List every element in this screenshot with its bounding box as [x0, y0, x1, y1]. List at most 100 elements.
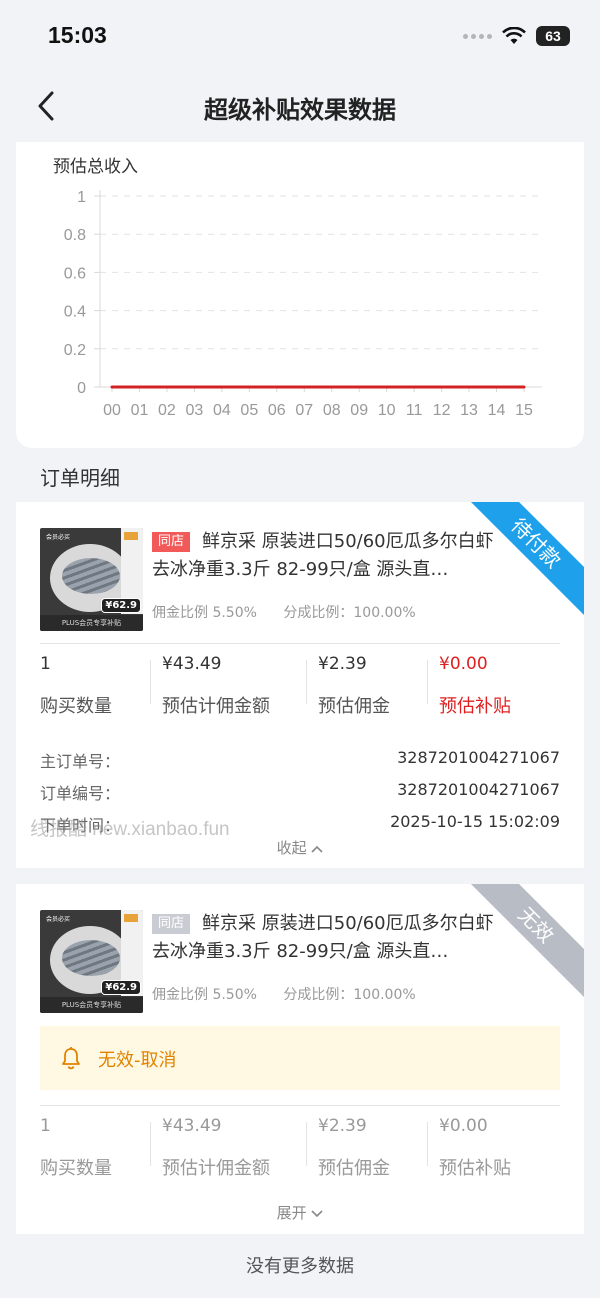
x-tick-label: 06 [268, 402, 286, 419]
stat-value: 1 [40, 1116, 51, 1136]
status-icons: 63 [463, 26, 570, 46]
product-title[interactable]: 同店 鲜京采 原装进口50/60厄瓜多尔白虾 去冰净重3.3斤 82-99只/盒 … [152, 528, 502, 584]
data-point [440, 385, 444, 389]
thumb-logo: 会员必买 [46, 534, 71, 541]
stat-commission-base: ¥43.49 预估计佣金额 [150, 1116, 318, 1180]
rates-row: 佣金比例 5.50% 分成比例：100.00% [152, 602, 438, 622]
y-tick-label: 0.8 [64, 227, 86, 244]
stat-value: ¥2.39 [318, 1116, 367, 1136]
info-value[interactable]: 3287201004271067 [397, 748, 560, 772]
order-number-row: 订单编号： 3287201004271067 [40, 780, 560, 804]
wifi-icon [502, 27, 526, 44]
x-tick-label: 13 [460, 402, 478, 419]
stat-subsidy: ¥0.00 预估补贴 [427, 1116, 559, 1180]
stat-value: 1 [40, 654, 51, 674]
stat-commission: ¥2.39 预估佣金 [306, 1116, 439, 1180]
stat-value: ¥0.00 [439, 654, 488, 674]
stat-subsidy: ¥0.00 预估补贴 [427, 654, 559, 718]
thumb-price: ¥62.9 [101, 598, 141, 613]
no-more-data: 没有更多数据 [246, 1256, 354, 1277]
data-point [247, 385, 251, 389]
same-store-tag: 同店 [152, 532, 191, 552]
page-title: 超级补贴效果数据 [204, 96, 396, 124]
rates-row: 佣金比例 5.50% 分成比例：100.00% [152, 984, 438, 1004]
order-card: 无效 会员必买 ¥62.9 PLUS会员专享补贴 同店 鲜京采 原装进口50/60… [16, 884, 584, 1234]
commission-rate: 佣金比例 5.50% [152, 605, 257, 621]
product-title[interactable]: 同店 鲜京采 原装进口50/60厄瓜多尔白虾 去冰净重3.3斤 82-99只/盒 … [152, 910, 502, 966]
share-rate: 分成比例：100.00% [283, 605, 416, 621]
info-value[interactable]: 3287201004271067 [397, 780, 560, 804]
toggle-label: 收起 [276, 839, 307, 857]
same-store-tag: 同店 [152, 914, 191, 934]
info-value: 2025-10-15 15:02:09 [390, 812, 560, 831]
stat-label: 购买数量 [40, 696, 112, 717]
stat-value: ¥0.00 [439, 1116, 488, 1136]
data-point [165, 385, 169, 389]
data-point [467, 385, 471, 389]
stat-quantity: 1 购买数量 [40, 1116, 162, 1180]
x-tick-label: 03 [186, 402, 204, 419]
x-tick-label: 08 [323, 402, 341, 419]
data-point [220, 385, 224, 389]
x-tick-label: 11 [406, 402, 423, 419]
x-tick-label: 10 [378, 402, 396, 419]
y-tick-label: 0.6 [64, 265, 86, 282]
x-tick-label: 05 [240, 402, 258, 419]
data-point [385, 385, 389, 389]
stat-label: 预估补贴 [439, 696, 511, 717]
share-rate: 分成比例：100.00% [283, 987, 416, 1003]
product-image[interactable]: 会员必买 ¥62.9 PLUS会员专享补贴 [40, 910, 143, 1013]
chevron-up-icon [311, 845, 323, 853]
battery-icon: 63 [536, 26, 570, 46]
stat-commission: ¥2.39 预估佣金 [306, 654, 439, 718]
stat-commission-base: ¥43.49 预估计佣金额 [150, 654, 318, 718]
x-tick-label: 01 [131, 402, 149, 419]
x-tick-label: 07 [295, 402, 313, 419]
x-tick-label: 04 [213, 402, 231, 419]
x-tick-label: 09 [350, 402, 368, 419]
divider [40, 643, 560, 644]
data-point [192, 385, 196, 389]
data-point [412, 385, 416, 389]
stat-label: 预估计佣金额 [162, 1158, 270, 1179]
y-tick-label: 0.4 [64, 304, 86, 321]
nav-bar: 超级补贴效果数据 [0, 72, 600, 142]
data-point [137, 385, 141, 389]
info-key: 订单编号： [40, 784, 121, 803]
watermark: 线报酷 new.xianbao.fun [30, 819, 230, 840]
stat-quantity: 1 购买数量 [40, 654, 162, 718]
divider [40, 1105, 560, 1106]
status-time: 15:03 [48, 22, 107, 48]
product-title-text: 鲜京采 原装进口50/60厄瓜多尔白虾 去冰净重3.3斤 82-99只/盒 源头… [152, 531, 494, 580]
x-tick-label: 12 [433, 402, 451, 419]
stat-label: 购买数量 [40, 1158, 112, 1179]
stat-value: ¥43.49 [162, 1116, 222, 1136]
x-tick-label: 15 [515, 402, 533, 419]
product-title-text: 鲜京采 原装进口50/60厄瓜多尔白虾 去冰净重3.3斤 82-99只/盒 源头… [152, 913, 494, 962]
stat-label: 预估佣金 [318, 1158, 390, 1179]
bell-icon [62, 1047, 80, 1070]
main-order-number-row: 主订单号： 3287201004271067 [40, 748, 560, 772]
status-bar: 15:03 63 [0, 0, 600, 72]
invalid-notice: 无效-取消 [40, 1026, 560, 1090]
data-point [330, 385, 334, 389]
product-image[interactable]: 会员必买 ¥62.9 PLUS会员专享补贴 [40, 528, 143, 631]
data-point [522, 385, 526, 389]
x-tick-label: 00 [103, 402, 121, 419]
stat-label: 预估佣金 [318, 696, 390, 717]
data-point [357, 385, 361, 389]
order-stats: 1 购买数量 ¥43.49 预估计佣金额 ¥2.39 预估佣金 ¥0.00 预估… [40, 1116, 560, 1180]
data-point [495, 385, 499, 389]
x-tick-label: 14 [488, 402, 506, 419]
expand-toggle[interactable]: 展开 [16, 1202, 584, 1223]
y-tick-label: 0 [77, 380, 86, 397]
stat-value: ¥43.49 [162, 654, 222, 674]
thumb-footer: PLUS会员专享补贴 [40, 615, 143, 631]
income-line-chart: 0 0.2 0.4 0.6 0.8 1 00 01 02 03 04 05 06 07 08 09 10 11 12… [64, 189, 542, 419]
invalid-notice-text: 无效-取消 [98, 1050, 177, 1071]
toggle-label: 展开 [276, 1204, 307, 1222]
stat-label: 预估补贴 [439, 1158, 511, 1179]
stat-label: 预估计佣金额 [162, 696, 270, 717]
thumb-price: ¥62.9 [101, 980, 141, 995]
order-stats: 1 购买数量 ¥43.49 预估计佣金额 ¥2.39 预估佣金 ¥0.00 预估… [40, 654, 560, 718]
